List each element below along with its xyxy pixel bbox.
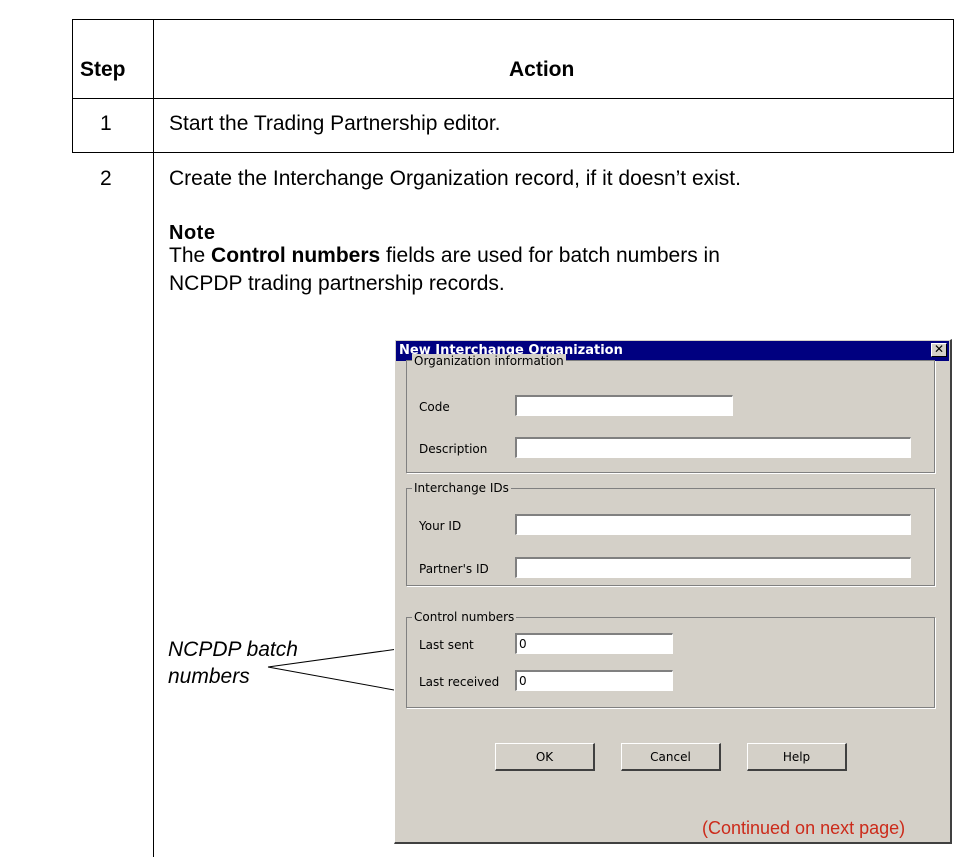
description-label: Description <box>419 442 488 456</box>
step-column-header: Step <box>80 58 126 81</box>
close-button[interactable]: ✕ <box>931 342 947 357</box>
description-input[interactable] <box>515 437 911 458</box>
row1-bottom-border <box>72 152 954 153</box>
cancel-button[interactable]: Cancel <box>621 743 721 771</box>
close-icon: ✕ <box>934 342 945 356</box>
note-text-before: The <box>169 244 212 267</box>
table-left-border <box>72 19 73 153</box>
last-sent-label: Last sent <box>419 638 474 652</box>
organization-information-legend: Organization information <box>412 354 566 368</box>
control-numbers-group <box>406 617 935 708</box>
partners-id-label: Partner's ID <box>419 562 489 576</box>
header-bottom-border <box>72 98 954 99</box>
continued-on-next-page: (Continued on next page) <box>702 818 906 838</box>
your-id-input[interactable] <box>515 514 911 535</box>
note-body: The Control numbers fields are used for … <box>169 242 769 298</box>
your-id-label: Your ID <box>419 519 462 533</box>
step-action-1: Start the Trading Partnership editor. <box>169 112 501 135</box>
help-button[interactable]: Help <box>747 743 847 771</box>
note-bold-term: Control numbers <box>211 244 381 267</box>
last-sent-input[interactable] <box>515 633 673 654</box>
action-column-header: Action <box>509 58 575 81</box>
column-divider <box>153 19 154 857</box>
code-input[interactable] <box>515 395 733 416</box>
last-received-label: Last received <box>419 675 500 689</box>
code-label: Code <box>419 400 450 414</box>
last-received-input[interactable] <box>515 670 673 691</box>
step-number-1: 1 <box>100 112 112 135</box>
new-interchange-organization-dialog: New Interchange Organization ✕ Organizat… <box>394 339 952 844</box>
interchange-ids-legend: Interchange IDs <box>412 481 511 495</box>
table-right-border <box>953 19 954 153</box>
step-action-2: Create the Interchange Organization reco… <box>169 167 741 190</box>
ok-button[interactable]: OK <box>495 743 595 771</box>
table-top-border <box>72 19 954 20</box>
step-number-2: 2 <box>100 167 112 190</box>
control-numbers-legend: Control numbers <box>412 610 517 624</box>
partners-id-input[interactable] <box>515 557 911 578</box>
